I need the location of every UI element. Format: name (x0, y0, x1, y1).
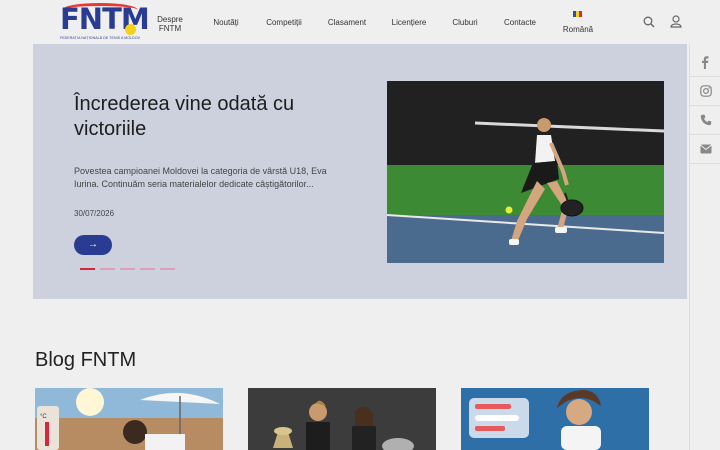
blog-card[interactable]: °C (35, 388, 223, 450)
fntm-logo[interactable]: FNTM FEDERAȚIA NAȚIONALĂ DE TENIS A MOLD… (58, 1, 150, 43)
nav-licentiere[interactable]: Licențiere (388, 18, 430, 27)
nav-contacte[interactable]: Contacte (500, 18, 540, 27)
hero-excerpt: Povestea campioanei Moldovei la categori… (74, 166, 327, 189)
slider-dot[interactable] (100, 268, 115, 270)
tennis-ball-icon (125, 24, 136, 35)
logo-subtitle: FEDERAȚIA NAȚIONALĂ DE TENIS A MOLDOVEI (60, 36, 140, 40)
blog-section-title: Blog FNTM (35, 349, 137, 371)
email-button[interactable] (690, 135, 720, 164)
instagram-icon (700, 85, 712, 97)
blog-card[interactable] (461, 388, 649, 450)
nav-competitii[interactable]: Competiții (262, 18, 306, 27)
hero-date: 30/07/2026 (74, 209, 115, 218)
nav-cluburi[interactable]: Cluburi (448, 18, 482, 27)
social-side-rail (689, 44, 720, 450)
slider-dot[interactable] (120, 268, 135, 270)
facebook-button[interactable] (690, 48, 720, 77)
phone-button[interactable] (690, 106, 720, 135)
slider-dot[interactable] (140, 268, 155, 270)
slider-dot[interactable] (80, 268, 95, 270)
phone-icon (700, 114, 712, 126)
search-icon[interactable] (643, 16, 655, 28)
language-selector[interactable]: Română (560, 25, 596, 34)
hero-title[interactable]: Încrederea vine odată cu victoriile (74, 92, 344, 142)
blog-card-image (461, 388, 649, 450)
facebook-icon (702, 56, 709, 69)
nav-despre[interactable]: Despre FNTM (153, 15, 187, 33)
hero-image[interactable] (387, 81, 664, 263)
nav-clasament[interactable]: Clasament (324, 18, 370, 27)
slider-pagination (80, 268, 175, 270)
site-header: FNTM FEDERAȚIA NAȚIONALĂ DE TENIS A MOLD… (0, 0, 720, 44)
blog-card-image (248, 388, 436, 450)
tennis-player-photo (387, 81, 664, 263)
email-icon (700, 144, 712, 154)
blog-card-image: °C (35, 388, 223, 450)
nav-noutati[interactable]: Noutăți (208, 18, 244, 27)
hero-slider: Încrederea vine odată cu victoriile Pove… (33, 44, 687, 299)
read-more-button[interactable]: → (74, 235, 112, 255)
user-icon[interactable] (670, 15, 682, 28)
slider-dot[interactable] (160, 268, 175, 270)
blog-card[interactable] (248, 388, 436, 450)
instagram-button[interactable] (690, 77, 720, 106)
romanian-flag-icon[interactable] (573, 11, 582, 17)
svg-text:°C: °C (40, 414, 47, 420)
arrow-right-icon: → (88, 239, 98, 250)
